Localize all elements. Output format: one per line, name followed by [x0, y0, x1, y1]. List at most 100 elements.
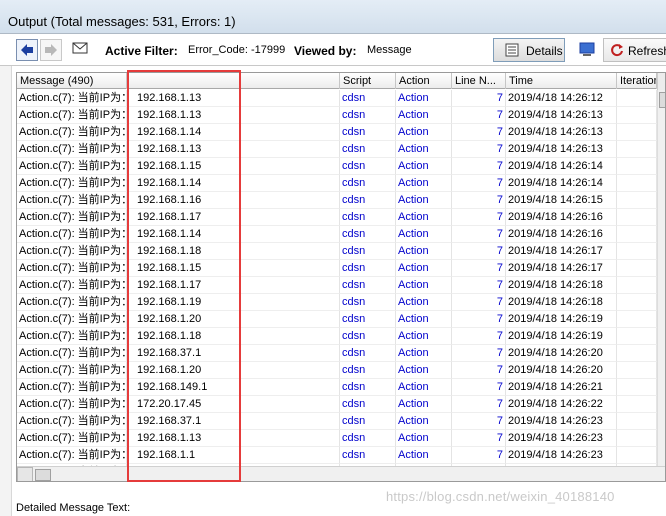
message-cell: Action.c(7): 当前IP为：: [17, 413, 127, 430]
output-titlebar: Output (Total messages: 531, Errors: 1): [0, 0, 666, 34]
ip-cell: 192.168.1.15: [127, 260, 340, 277]
table-row[interactable]: Action.c(7): 当前IP为： 192.168.37.1 cdsn Actio…: [17, 345, 657, 362]
action-cell: Action: [396, 209, 452, 226]
script-cell: cdsn: [340, 345, 396, 362]
time-cell: 2019/4/18 14:26:12: [506, 90, 617, 107]
table-row[interactable]: Action.c(7): 当前IP为： 192.168.149.1 cdsn Acti…: [17, 379, 657, 396]
message-cell: Action.c(7): 当前IP为：: [17, 175, 127, 192]
vertical-scrollbar[interactable]: [657, 90, 665, 466]
table-row[interactable]: Action.c(7): 当前IP为： 192.168.1.13 cdsn Actio…: [17, 90, 657, 107]
action-cell: Action: [396, 328, 452, 345]
table-row[interactable]: Action.c(7): 当前IP为： 192.168.1.17 cdsn Actio…: [17, 277, 657, 294]
script-cell: cdsn: [340, 158, 396, 175]
action-cell: Action: [396, 124, 452, 141]
back-button[interactable]: [16, 39, 38, 61]
iteration-cell: [617, 260, 657, 277]
iteration-cell: [617, 226, 657, 243]
table-row[interactable]: Action.c(7): 当前IP为： 192.168.1.13 cdsn Actio…: [17, 141, 657, 158]
action-cell: Action: [396, 158, 452, 175]
table-row[interactable]: Action.c(7): 当前IP为： 192.168.1.15 cdsn Actio…: [17, 260, 657, 277]
action-cell: Action: [396, 226, 452, 243]
table-row[interactable]: Action.c(7): 当前IP为： 192.168.1.1 cdsn Action…: [17, 447, 657, 464]
iteration-cell: [617, 362, 657, 379]
iteration-cell: [617, 447, 657, 464]
line-cell: 7: [452, 345, 506, 362]
time-cell: 2019/4/18 14:26:14: [506, 175, 617, 192]
iteration-cell: [617, 243, 657, 260]
action-cell: Action: [396, 430, 452, 447]
computer-button[interactable]: [578, 41, 598, 59]
time-cell: 2019/4/18 14:26:20: [506, 362, 617, 379]
ip-cell: 192.168.1.19: [127, 294, 340, 311]
table-row[interactable]: Action.c(7): 当前IP为： 192.168.1.13 cdsn Actio…: [17, 430, 657, 447]
table-row[interactable]: Action.c(7): 当前IP为： 192.168.1.17 cdsn Actio…: [17, 209, 657, 226]
time-cell: 2019/4/18 14:26:20: [506, 345, 617, 362]
message-cell: Action.c(7): 当前IP为：: [17, 294, 127, 311]
table-row[interactable]: Action.c(7): 当前IP为： 192.168.1.19 cdsn Actio…: [17, 294, 657, 311]
details-button[interactable]: Details: [493, 38, 565, 62]
script-cell: cdsn: [340, 413, 396, 430]
script-cell: cdsn: [340, 430, 396, 447]
scroll-up-button[interactable]: [657, 73, 665, 90]
table-row[interactable]: Action.c(7): 当前IP为： 192.168.1.20 cdsn Actio…: [17, 362, 657, 379]
script-cell: cdsn: [340, 396, 396, 413]
table-row[interactable]: Action.c(7): 当前IP为： 192.168.1.16 cdsn Actio…: [17, 192, 657, 209]
table-row[interactable]: Action.c(7): 当前IP为： 192.168.1.18 cdsn Actio…: [17, 328, 657, 345]
viewed-by-value[interactable]: Message: [367, 44, 412, 56]
action-cell: Action: [396, 277, 452, 294]
line-cell: 7: [452, 141, 506, 158]
script-cell: cdsn: [340, 90, 396, 107]
message-cell: Action.c(7): 当前IP为：: [17, 158, 127, 175]
line-cell: 7: [452, 413, 506, 430]
message-cell: Action.c(7): 当前IP为：: [17, 311, 127, 328]
action-cell: Action: [396, 447, 452, 464]
vertical-scroll-thumb[interactable]: [659, 92, 665, 108]
action-cell: Action: [396, 90, 452, 107]
table-row[interactable]: Action.c(7): 当前IP为： 192.168.1.20 cdsn Actio…: [17, 311, 657, 328]
table-row[interactable]: Action.c(7): 当前IP为： 192.168.1.14 cdsn Actio…: [17, 175, 657, 192]
window-title: Output (Total messages: 531, Errors: 1): [8, 14, 236, 29]
column-header-message[interactable]: Message (490): [17, 73, 127, 89]
line-cell: 7: [452, 430, 506, 447]
iteration-cell: [617, 345, 657, 362]
iteration-cell: [617, 328, 657, 345]
table-row[interactable]: Action.c(7): 当前IP为： 192.168.1.15 cdsn Actio…: [17, 158, 657, 175]
refresh-button[interactable]: Refresh: [603, 38, 666, 62]
time-cell: 2019/4/18 14:26:13: [506, 141, 617, 158]
script-cell: cdsn: [340, 141, 396, 158]
table-row[interactable]: Action.c(7): 当前IP为： 192.168.1.18 cdsn Actio…: [17, 243, 657, 260]
forward-button[interactable]: [40, 39, 62, 61]
iteration-cell: [617, 124, 657, 141]
active-filter-value: Error_Code: -17999: [188, 44, 286, 56]
table-row[interactable]: Action.c(7): 当前IP为： 192.168.37.1 cdsn Actio…: [17, 413, 657, 430]
mail-icon: [72, 42, 88, 54]
table-row[interactable]: Action.c(7): 当前IP为： 192.168.1.14 cdsn Actio…: [17, 226, 657, 243]
ip-cell: 192.168.1.18: [127, 328, 340, 345]
message-cell: Action.c(7): 当前IP为：: [17, 362, 127, 379]
column-header-action[interactable]: Action: [396, 73, 452, 89]
line-cell: 7: [452, 175, 506, 192]
table-row[interactable]: Action.c(7): 当前IP为： 192.168.1.13 cdsn Actio…: [17, 107, 657, 124]
column-header-line[interactable]: Line N...: [452, 73, 506, 89]
column-header-time[interactable]: Time: [506, 73, 617, 89]
script-cell: cdsn: [340, 124, 396, 141]
time-cell: 2019/4/18 14:26:16: [506, 209, 617, 226]
column-header-ip[interactable]: [127, 73, 340, 89]
ip-cell: 192.168.1.13: [127, 430, 340, 447]
scroll-left-button[interactable]: [17, 467, 33, 481]
ip-cell: 192.168.1.14: [127, 226, 340, 243]
ip-cell: 192.168.1.15: [127, 158, 340, 175]
script-cell: cdsn: [340, 447, 396, 464]
iteration-cell: [617, 107, 657, 124]
table-row[interactable]: Action.c(7): 当前IP为： 192.168.1.14 cdsn Actio…: [17, 124, 657, 141]
column-header-iteration[interactable]: Iteration: [617, 73, 657, 89]
details-button-label: Details: [526, 44, 563, 58]
action-cell: Action: [396, 345, 452, 362]
table-row[interactable]: Action.c(7): 当前IP为： 172.20.17.45 cdsn Actio…: [17, 396, 657, 413]
horizontal-scroll-thumb[interactable]: [35, 469, 51, 481]
send-mail-button[interactable]: [70, 39, 90, 61]
ip-cell: 192.168.1.13: [127, 90, 340, 107]
column-header-script[interactable]: Script: [340, 73, 396, 89]
messages-grid[interactable]: Message (490) Script Action Line N... Ti…: [16, 72, 666, 482]
horizontal-scrollbar[interactable]: [17, 466, 665, 481]
